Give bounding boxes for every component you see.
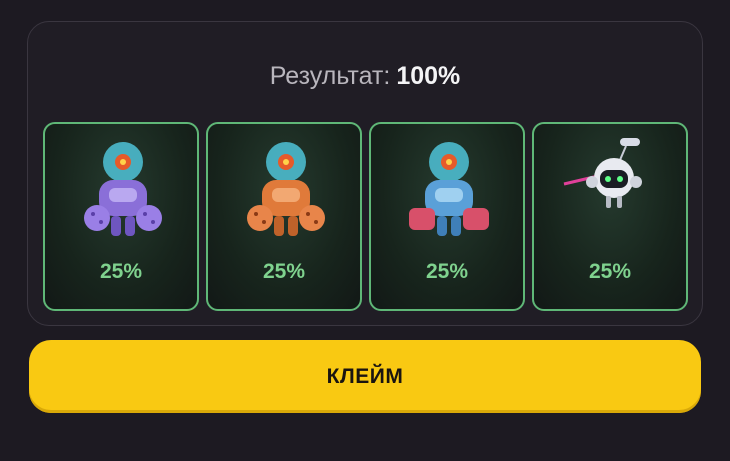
- reward-card-robot-drone[interactable]: 25%: [532, 122, 688, 311]
- result-line: Результат: 100%: [28, 62, 702, 91]
- card-percent: 25%: [425, 260, 469, 283]
- claim-button[interactable]: КЛЕЙМ: [29, 340, 701, 413]
- reward-card-blue-mech[interactable]: 25%: [369, 122, 525, 311]
- card-percent: 25%: [262, 260, 306, 283]
- reward-card-purple-mech[interactable]: 25%: [43, 122, 199, 311]
- card-percent: 25%: [99, 260, 143, 283]
- reward-card-orange-mech[interactable]: 25%: [206, 122, 362, 311]
- blue-mech-icon: [409, 142, 489, 236]
- orange-mech-icon: [247, 142, 325, 236]
- card-percent: 25%: [588, 260, 632, 283]
- result-value: 100%: [396, 62, 461, 90]
- robot-drone-icon: [563, 138, 642, 208]
- result-label: Результат:: [269, 62, 391, 90]
- purple-mech-icon: [84, 142, 162, 236]
- results-panel: Результат: 100% 25% 25% 25% 25%: [27, 21, 703, 326]
